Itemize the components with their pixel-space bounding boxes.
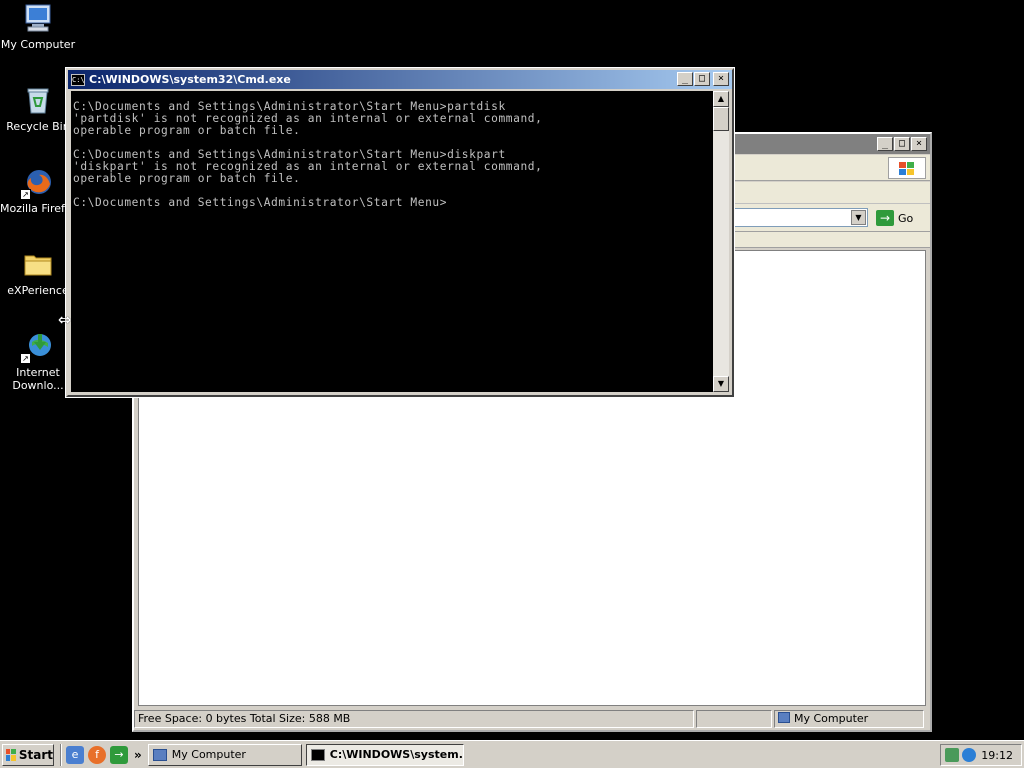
firefox-icon: ↗ — [20, 166, 54, 200]
close-button[interactable]: × — [911, 137, 927, 151]
quicklaunch-firefox-icon[interactable]: f — [88, 745, 106, 764]
desktop-icon-label: Downlo... — [12, 379, 64, 392]
shortcut-arrow-icon: ↗ — [20, 353, 31, 364]
minimize-button[interactable]: _ — [677, 72, 693, 86]
status-location-cell: My Computer — [774, 710, 924, 728]
status-location: My Computer — [794, 712, 869, 725]
globe-icon[interactable] — [962, 748, 976, 762]
desktop-icon-recycle-bin[interactable]: Recycle Bin — [0, 84, 76, 133]
computer-icon — [152, 748, 167, 761]
taskbar: Start e f → » My Computer C:\WINDOWS\sys… — [0, 740, 1024, 768]
console-text: C:\Documents and Settings\Administrator\… — [73, 100, 543, 209]
desktop-icon-label: eXPerience — [7, 284, 69, 297]
quicklaunch-ie-icon[interactable]: e — [66, 745, 84, 764]
taskbar-button-cmd[interactable]: C:\WINDOWS\system... — [305, 743, 464, 766]
vertical-scrollbar[interactable]: ▲ ▼ — [713, 91, 729, 392]
maximize-button[interactable]: □ — [694, 72, 710, 86]
maximize-button[interactable]: □ — [894, 137, 910, 151]
cmd-icon: C:\ — [71, 73, 85, 86]
windows-logo-icon — [888, 157, 926, 179]
internet-download-icon: ↗ — [20, 330, 54, 364]
cmd-titlebar[interactable]: C:\ C:\WINDOWS\system32\Cmd.exe _ □ × — [68, 70, 732, 89]
taskbar-button-my-computer[interactable]: My Computer — [147, 743, 302, 766]
go-label: Go — [898, 211, 914, 225]
start-button[interactable]: Start — [2, 743, 54, 766]
windows-flag-icon — [6, 748, 16, 761]
desktop-icon-firefox[interactable]: ↗ Mozilla Firefox — [0, 166, 76, 215]
desktop-icon-experience[interactable]: eXPerience — [0, 248, 76, 297]
shortcut-arrow-icon: ↗ — [20, 189, 31, 200]
cmd-window[interactable]: C:\ C:\WINDOWS\system32\Cmd.exe _ □ × C:… — [65, 67, 735, 398]
cmd-title: C:\WINDOWS\system32\Cmd.exe — [89, 73, 291, 86]
resize-cursor-icon: ⇔ — [58, 310, 72, 329]
minimize-button[interactable]: _ — [877, 137, 893, 151]
computer-icon — [778, 712, 790, 723]
task-label: C:\WINDOWS\system... — [329, 748, 464, 761]
system-tray: 19:12 — [940, 744, 1022, 766]
recycle-bin-icon — [22, 84, 54, 116]
taskbar-separator — [60, 743, 62, 766]
folder-icon — [22, 248, 54, 280]
close-button[interactable]: × — [713, 72, 729, 86]
network-icon[interactable] — [945, 748, 959, 762]
desktop-icon-label: Internet — [16, 366, 60, 379]
desktop-icon-my-computer[interactable]: My Computer — [0, 2, 76, 51]
chevron-down-icon[interactable]: ▼ — [851, 210, 866, 225]
scroll-down-button[interactable]: ▼ — [713, 376, 729, 392]
quicklaunch-more-icon[interactable]: » — [134, 748, 142, 762]
go-button[interactable]: → Go — [872, 208, 926, 228]
desktop-icon-label: Recycle Bin — [6, 120, 70, 133]
cmd-icon — [310, 748, 325, 761]
desktop-icon-label: My Computer — [0, 38, 76, 51]
window-controls: _ □ × — [877, 137, 927, 151]
scroll-thumb[interactable] — [713, 107, 729, 131]
status-space: Free Space: 0 bytes Total Size: 588 MB — [134, 710, 694, 728]
quicklaunch-download-icon[interactable]: → — [110, 745, 128, 764]
desktop-icon-internet-download[interactable]: ↗ Internet Downlo... — [0, 330, 76, 392]
scroll-up-button[interactable]: ▲ — [713, 91, 729, 107]
computer-icon — [22, 2, 54, 34]
status-bar: Free Space: 0 bytes Total Size: 588 MB M… — [134, 710, 930, 730]
task-label: My Computer — [171, 748, 246, 761]
go-arrow-icon: → — [876, 210, 894, 226]
status-empty — [696, 710, 772, 728]
console-output[interactable]: C:\Documents and Settings\Administrator\… — [71, 91, 714, 392]
start-label: Start — [18, 747, 53, 762]
clock[interactable]: 19:12 — [981, 749, 1013, 762]
desktop-icon-label: Mozilla Firefox — [0, 202, 76, 215]
window-controls: _ □ × — [677, 72, 729, 86]
